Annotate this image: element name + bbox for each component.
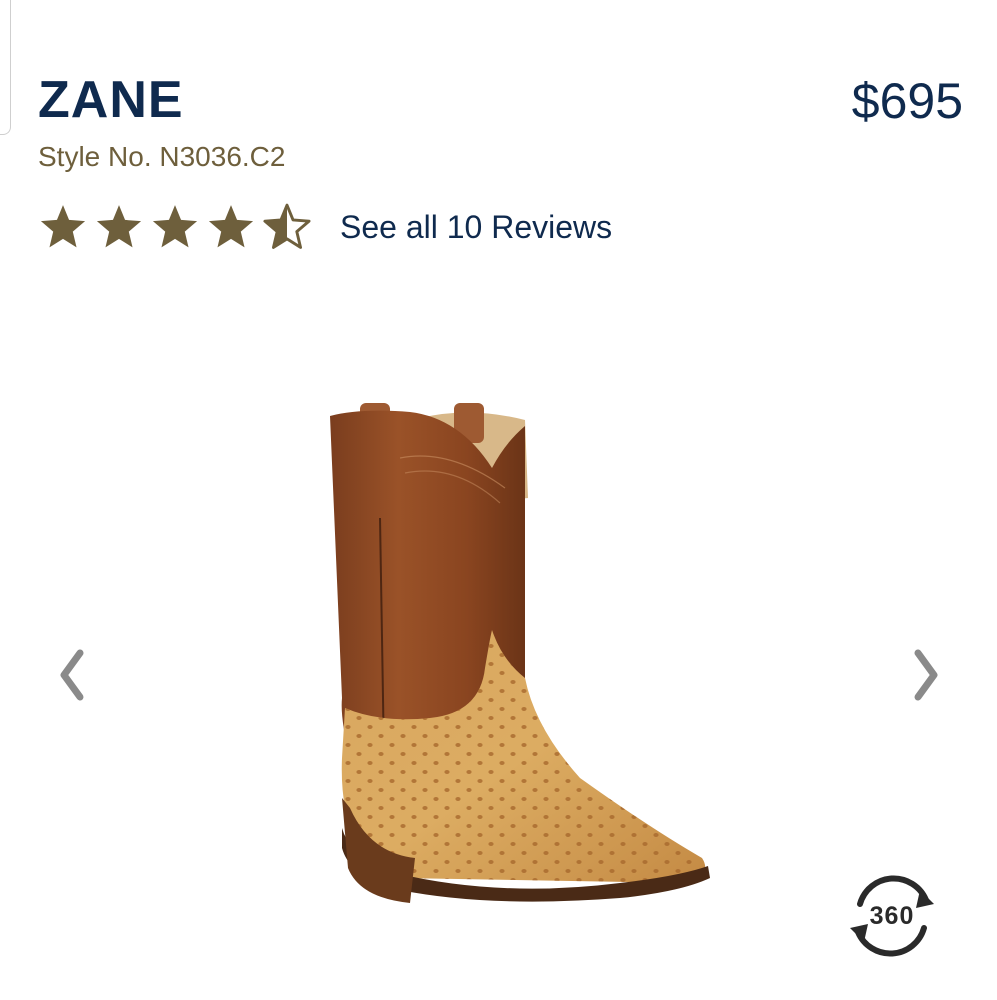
product-title: ZANE	[38, 71, 184, 129]
star-half-icon	[263, 203, 311, 249]
star-full-icon	[96, 205, 142, 248]
product-price: $695	[851, 73, 963, 129]
product-image	[330, 403, 710, 903]
see-all-reviews-link[interactable]: See all 10 Reviews	[340, 211, 612, 243]
star-full-icon	[152, 205, 198, 248]
star-full-icon	[208, 205, 254, 248]
chevron-left-icon[interactable]	[52, 645, 92, 705]
star-full-icon	[40, 205, 86, 248]
previous-card-edge	[0, 0, 11, 135]
product-image-carousel: 360	[0, 300, 997, 1000]
product-page: ZANE $695 Style No. N3036.C2 See all 10 …	[0, 0, 997, 1000]
view-360-label: 360	[869, 901, 915, 930]
star-rating	[38, 202, 318, 252]
rating-row: See all 10 Reviews	[38, 200, 612, 254]
view-360-button[interactable]: 360	[840, 864, 944, 968]
chevron-right-icon[interactable]	[906, 645, 946, 705]
style-number: Style No. N3036.C2	[38, 141, 286, 172]
